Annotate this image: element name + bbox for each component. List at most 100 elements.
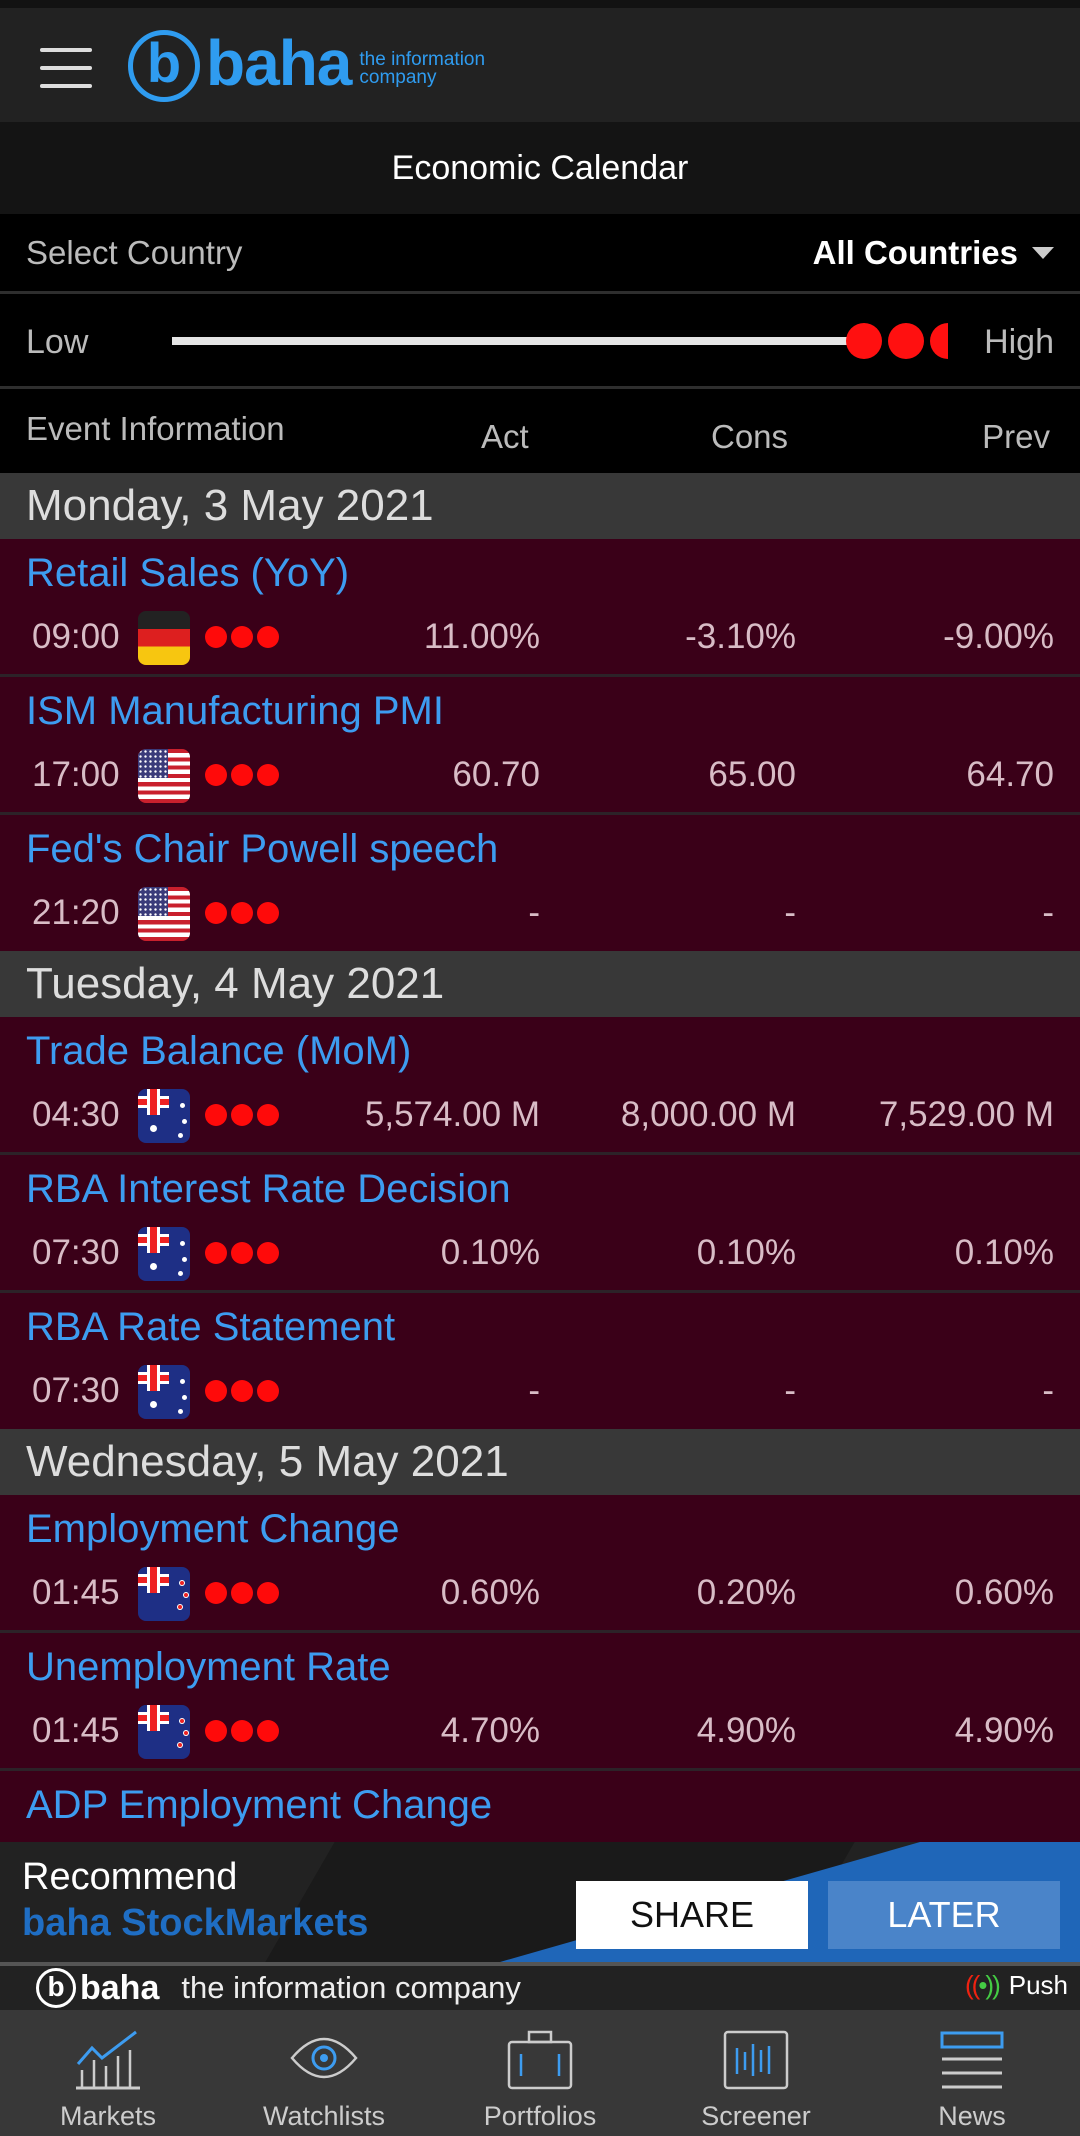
column-event: Event Information [26, 410, 285, 447]
app-bar: b baha the information company [0, 8, 1080, 122]
tab-watchlists[interactable]: Watchlists [216, 2010, 432, 2136]
column-previous: Prev [982, 418, 1050, 455]
importance-dot-icon [205, 902, 227, 924]
date-header: Monday, 3 May 2021 [0, 473, 1080, 539]
flag-new-zealand-icon [138, 1705, 190, 1759]
importance-low-label: Low [26, 323, 89, 361]
event-previous: 0.60% [954, 1573, 1054, 1612]
footer-tagline: the information company [181, 1970, 521, 2005]
event-row[interactable]: Fed's Chair Powell speech 21:20 - - - [0, 815, 1080, 951]
event-name[interactable]: Employment Change [26, 1507, 400, 1552]
menu-icon-line [40, 66, 92, 70]
event-previous: 4.90% [954, 1711, 1054, 1750]
importance-indicator [205, 902, 279, 924]
logo-tagline: the information company [359, 50, 485, 88]
importance-slider-handle[interactable] [846, 323, 948, 359]
event-actual: 4.70% [440, 1711, 540, 1750]
footer-logo-circle-icon: b [36, 1968, 76, 2008]
importance-dot-icon [257, 1380, 279, 1402]
importance-dot-icon [231, 902, 253, 924]
importance-dot-icon [231, 1582, 253, 1604]
menu-icon-line [40, 84, 92, 88]
status-bar [0, 0, 1080, 8]
importance-slider-track[interactable] [172, 337, 852, 345]
event-row[interactable]: ISM Manufacturing PMI 17:00 60.70 65.00 64.7… [0, 677, 1080, 815]
event-row[interactable]: RBA Rate Statement 07:30 - - - [0, 1293, 1080, 1429]
banner-title: Recommend [22, 1856, 238, 1898]
tab-label: Screener [701, 2101, 811, 2131]
importance-dot-icon [257, 902, 279, 924]
event-time: 09:00 [32, 617, 120, 656]
eye-icon [290, 2037, 358, 2079]
importance-dot-icon [257, 626, 279, 648]
tab-screener[interactable]: Screener [648, 2010, 864, 2136]
tagline-line-2: company [359, 67, 437, 88]
event-time: 07:30 [32, 1371, 120, 1410]
event-time: 21:20 [32, 893, 120, 932]
event-time: 04:30 [32, 1095, 120, 1134]
tab-label: Watchlists [262, 2101, 385, 2131]
flag-germany-icon [138, 611, 190, 665]
importance-dot-icon [231, 1720, 253, 1742]
event-name[interactable]: Retail Sales (YoY) [26, 551, 349, 596]
event-name[interactable]: Unemployment Rate [26, 1645, 391, 1690]
banner-subtitle: baha StockMarkets [22, 1902, 369, 1944]
event-row[interactable]: Unemployment Rate 01:45 4.70% 4.90% 4.90% [0, 1633, 1080, 1771]
importance-dot-icon [205, 626, 227, 648]
importance-dot-icon [205, 1720, 227, 1742]
importance-dot-icon [205, 1242, 227, 1264]
importance-dot-icon [257, 1242, 279, 1264]
event-row[interactable]: Employment Change 01:45 0.60% 0.20% 0.60% [0, 1495, 1080, 1633]
tab-markets[interactable]: Markets [0, 2010, 216, 2136]
menu-icon-line [40, 48, 92, 52]
tab-label: Portfolios [483, 2101, 597, 2131]
menu-button[interactable] [40, 48, 92, 92]
event-name[interactable]: Trade Balance (MoM) [26, 1029, 411, 1074]
flag-australia-icon [138, 1089, 190, 1143]
event-name[interactable]: RBA Rate Statement [26, 1305, 395, 1350]
importance-indicator [205, 1104, 279, 1126]
importance-dot-icon [205, 1380, 227, 1402]
event-name[interactable]: ADP Employment Change [26, 1783, 492, 1828]
footer-brand-strip: b baha the information company ((•)) Pus… [0, 1962, 1080, 2010]
importance-dot-icon [257, 1104, 279, 1126]
country-dropdown[interactable]: All Countries [813, 234, 1054, 272]
recommend-banner: Recommend baha StockMarkets SHARE LATER [0, 1842, 1080, 1962]
importance-dot-icon [930, 323, 948, 359]
event-actual: 0.60% [440, 1573, 540, 1612]
event-row[interactable]: Retail Sales (YoY) 09:00 11.00% -3.10% -9.00… [0, 539, 1080, 677]
event-time: 01:45 [32, 1711, 120, 1750]
event-actual: - [528, 1371, 540, 1410]
flag-usa-icon [138, 887, 190, 941]
tab-portfolios[interactable]: Portfolios [432, 2010, 648, 2136]
tab-label: News [938, 2101, 1006, 2131]
importance-dot-icon [205, 1104, 227, 1126]
importance-indicator [205, 1720, 279, 1742]
event-previous: - [1042, 1371, 1054, 1410]
tab-news[interactable]: News [864, 2010, 1080, 2136]
event-row[interactable]: ADP Employment Change [0, 1771, 1080, 1843]
column-actual: Act [481, 418, 529, 455]
event-previous: - [1042, 893, 1054, 932]
importance-dot-icon [257, 764, 279, 786]
column-header: Event Information Act Cons Prev [0, 392, 1080, 473]
later-button[interactable]: LATER [828, 1881, 1060, 1949]
importance-dot-icon [231, 1104, 253, 1126]
event-name[interactable]: RBA Interest Rate Decision [26, 1167, 511, 1212]
share-button[interactable]: SHARE [576, 1881, 808, 1949]
importance-dot-icon [231, 764, 253, 786]
event-name[interactable]: Fed's Chair Powell speech [26, 827, 498, 872]
importance-dot-icon [846, 323, 882, 359]
caret-down-icon [1032, 246, 1054, 259]
event-name[interactable]: ISM Manufacturing PMI [26, 689, 444, 734]
importance-dot-icon [231, 1380, 253, 1402]
event-consensus: 0.20% [696, 1573, 796, 1612]
briefcase-icon [507, 2030, 573, 2090]
push-label: Push [1008, 1970, 1068, 2000]
event-actual: 5,574.00 M [364, 1095, 540, 1134]
event-row[interactable]: Trade Balance (MoM) 04:30 5,574.00 M 8,000.… [0, 1017, 1080, 1155]
importance-dot-icon [257, 1720, 279, 1742]
event-row[interactable]: RBA Interest Rate Decision 07:30 0.10% 0.10… [0, 1155, 1080, 1293]
event-list[interactable]: Monday, 3 May 2021 Retail Sales (YoY) 09:0… [0, 473, 1080, 1843]
push-button[interactable]: ((•)) Push [965, 1970, 1068, 2001]
